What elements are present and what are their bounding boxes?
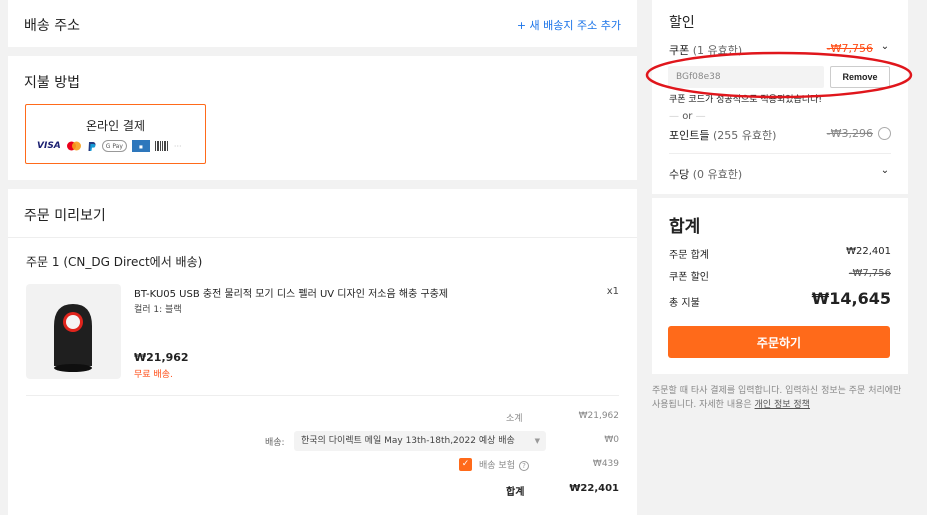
summary-order-total-label: 주문 합계 <box>669 250 709 261</box>
insurance-checkbox[interactable]: ✓ <box>459 458 472 471</box>
grand-total-label: 총 지불 <box>669 298 700 309</box>
order-preview-card: 주문 미리보기 주문 1 (CN_DG Direct에서 배송) BT-KU05… <box>8 189 637 515</box>
allowance-label: 수당 <box>669 168 690 181</box>
barcode-icon <box>154 141 168 151</box>
add-address-link[interactable]: + 새 배송지 주소 추가 <box>517 17 621 33</box>
points-count: (255 유효한) <box>712 129 777 142</box>
summary-coupon-row: 쿠폰 할인 -₩7,756 <box>669 268 891 283</box>
divider <box>8 237 637 238</box>
mastercard-icon <box>66 141 81 151</box>
shipping-value: ₩0 <box>604 435 619 445</box>
more-methods-icon: ··· <box>173 141 182 151</box>
or-separator: — or — <box>669 111 706 122</box>
discount-title: 할인 <box>669 15 695 31</box>
product-image-illustration <box>54 304 92 372</box>
discount-card: 할인 쿠폰 (1 유효한) -₩7,756 ⌄ Remove 쿠폰 코드가 성공… <box>652 0 908 194</box>
payment-logos: VISA G Pay ■ ··· <box>37 140 182 152</box>
order-total-label: 합계 <box>506 487 525 498</box>
summary-order-total-row: 주문 합계 ₩22,401 <box>669 246 891 261</box>
allowance-count: (0 유효한) <box>692 168 743 181</box>
insurance-label: 배송 보험 <box>479 461 515 471</box>
product-image[interactable] <box>26 284 121 379</box>
product-name-link[interactable]: BT-KU05 USB 충전 물리적 모기 디스 펠러 UV 디자인 저소음 해… <box>134 285 594 300</box>
chevron-down-icon[interactable]: ⌄ <box>879 165 891 176</box>
google-pay-logo: G Pay <box>101 140 127 152</box>
insurance-row: 배송 보험? <box>479 458 529 471</box>
points-label: 포인트들 <box>669 129 710 142</box>
online-payment-option[interactable]: 온라인 결제 VISA G Pay ■ ··· <box>25 104 206 164</box>
points-row[interactable]: 포인트들 (255 유효한) -₩3,296 <box>669 127 891 143</box>
subtotal-label: 소계 <box>506 414 523 424</box>
coupon-count: (1 유효한) <box>692 44 743 57</box>
points-value: -₩3,296 <box>826 127 873 140</box>
insurance-value: ₩439 <box>592 459 619 469</box>
summary-coupon-label: 쿠폰 할인 <box>669 272 709 283</box>
coupon-code-input[interactable] <box>668 66 824 88</box>
coupon-row[interactable]: 쿠폰 (1 유효한) -₩7,756 ⌄ <box>669 41 891 58</box>
visa-logo: VISA <box>37 141 61 151</box>
coupon-label: 쿠폰 <box>669 44 690 57</box>
privacy-note: 주문할 때 타사 결제를 입력합니다. 입력하신 정보는 주문 처리에만 사용됩… <box>652 384 908 412</box>
allowance-row[interactable]: 수당 (0 유효한) ⌄ <box>669 165 891 182</box>
shipping-label: 배송: <box>265 438 285 448</box>
paypal-icon <box>88 141 96 151</box>
divider <box>26 395 619 396</box>
product-price: ₩21,962 <box>134 351 189 364</box>
shipping-method-select[interactable]: 한국의 다이렉트 메일 May 13th-18th,2022 예상 배송 ▼ <box>294 431 546 451</box>
amex-icon: ■ <box>131 140 150 152</box>
order-summary-card: 합계 주문 합계 ₩22,401 쿠폰 할인 -₩7,756 총 지불 ₩14,… <box>652 198 908 374</box>
privacy-policy-link[interactable]: 개인 정보 정책 <box>755 400 810 410</box>
place-order-button[interactable]: 주문하기 <box>668 326 890 358</box>
or-label: or <box>682 111 693 122</box>
help-icon[interactable]: ? <box>518 461 529 471</box>
divider <box>669 153 891 154</box>
shipping-address-card: 배송 주소 + 새 배송지 주소 추가 <box>8 0 637 47</box>
shipping-address-title: 배송 주소 <box>24 18 80 34</box>
subtotal-value: ₩21,962 <box>578 411 619 421</box>
summary-order-total-value: ₩22,401 <box>846 246 891 257</box>
payment-method-title: 지불 방법 <box>24 75 80 91</box>
chevron-down-icon[interactable]: ⌄ <box>879 41 891 52</box>
summary-coupon-value: -₩7,756 <box>848 268 891 279</box>
order-seller-label: 주문 1 (CN_DG Direct에서 배송) <box>26 255 203 269</box>
coupon-value: -₩7,756 <box>826 42 873 55</box>
free-shipping-label: 무료 배송. <box>134 370 173 380</box>
chevron-down-icon: ▼ <box>534 437 540 445</box>
payment-method-card: 지불 방법 온라인 결제 VISA G Pay ■ ··· <box>8 56 637 180</box>
order-preview-title: 주문 미리보기 <box>24 208 106 224</box>
order-total-value: ₩22,401 <box>569 483 619 494</box>
grand-total-value: ₩14,645 <box>811 289 891 308</box>
product-variant: 컬러 1: 블랙 <box>134 305 182 315</box>
online-payment-label: 온라인 결제 <box>85 119 145 133</box>
product-quantity: x1 <box>606 286 619 297</box>
shipping-method-value: 한국의 다이렉트 메일 May 13th-18th,2022 예상 배송 <box>301 436 515 446</box>
remove-coupon-button[interactable]: Remove <box>830 66 890 88</box>
points-radio[interactable] <box>878 127 891 140</box>
coupon-success-message: 쿠폰 코드가 성공적으로 적용되었습니다! <box>669 95 822 105</box>
summary-title: 합계 <box>669 217 701 237</box>
